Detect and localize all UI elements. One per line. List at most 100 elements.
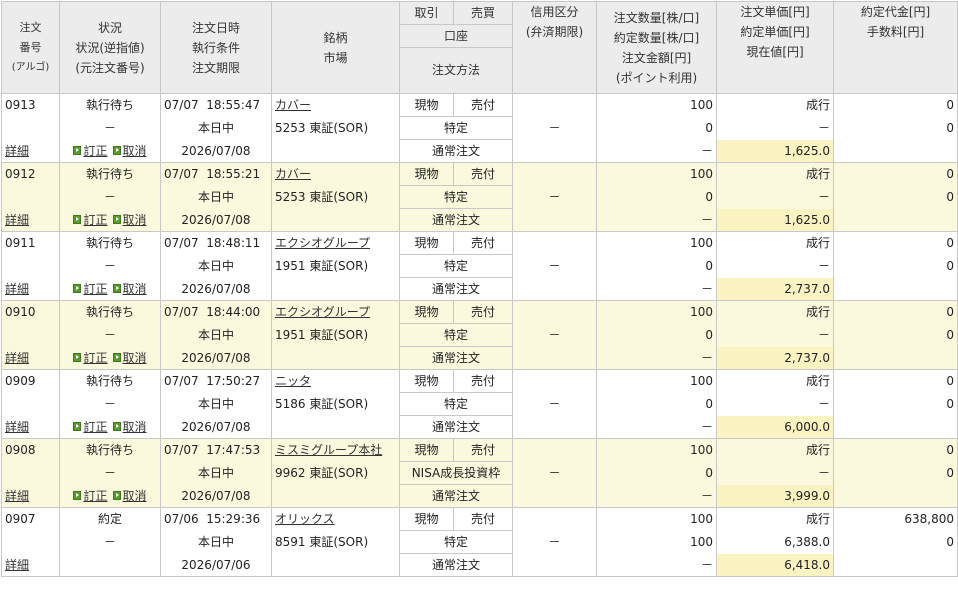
- margin-type: －: [512, 93, 597, 163]
- order-price: 成行: [716, 93, 834, 117]
- cancel-button[interactable]: 取消: [112, 485, 147, 507]
- stock-name[interactable]: ミスミグループ本社: [271, 438, 400, 462]
- fee: 0: [833, 254, 958, 278]
- table-row: － 本日中 5253 東証(SOR) 特定 0 － 0: [1, 185, 958, 209]
- order-datetime: 07/06 15:29:36: [160, 507, 272, 531]
- cancel-button[interactable]: 取消: [112, 416, 147, 438]
- arrow-right-icon: [112, 215, 121, 224]
- stock-name[interactable]: エクシオグループ: [271, 300, 400, 324]
- table-row: 0910 執行待ち 07/07 18:44:00 エクシオグループ 現物 売付 …: [1, 300, 958, 370]
- table-row: 0909 執行待ち 07/07 17:50:27 ニッタ 現物 売付 － 100…: [1, 369, 958, 439]
- order-status: 執行待ち: [59, 438, 161, 462]
- exec-amount: 0: [833, 93, 958, 117]
- current-price: 1,625.0: [716, 208, 834, 232]
- modify-button[interactable]: 訂正: [73, 485, 108, 507]
- stock-name[interactable]: エクシオグループ: [271, 231, 400, 255]
- margin-type: －: [512, 162, 597, 232]
- table-body: 0913 執行待ち 07/07 18:55:47 カバー 現物 売付 － 100…: [1, 93, 958, 577]
- arrow-right-icon: [73, 491, 82, 500]
- trade-type: 現物: [399, 231, 454, 255]
- order-condition: 本日中: [160, 461, 272, 485]
- margin-type: －: [512, 507, 597, 577]
- order-no: 0908: [1, 438, 60, 462]
- arrow-right-icon: [112, 146, 121, 155]
- order-expiry: 2026/07/08: [160, 208, 272, 232]
- stock-name[interactable]: オリックス: [271, 507, 400, 531]
- fee: 0: [833, 185, 958, 209]
- order-actions: 訂正 取消: [59, 415, 161, 439]
- detail-link[interactable]: 詳細: [1, 415, 60, 439]
- cancel-button[interactable]: 取消: [112, 347, 147, 369]
- current-price: 2,737.0: [716, 346, 834, 370]
- cancel-button[interactable]: 取消: [112, 140, 147, 162]
- order-expiry: 2026/07/08: [160, 139, 272, 163]
- modify-button[interactable]: 訂正: [73, 278, 108, 300]
- order-condition: 本日中: [160, 116, 272, 140]
- detail-link[interactable]: 詳細: [1, 139, 60, 163]
- stock-name[interactable]: ニッタ: [271, 369, 400, 393]
- exec-amount: 0: [833, 231, 958, 255]
- stock-name[interactable]: カバー: [271, 93, 400, 117]
- detail-link[interactable]: 詳細: [1, 277, 60, 301]
- order-price: 成行: [716, 507, 834, 531]
- header-account: 口座: [399, 24, 513, 48]
- cancel-button[interactable]: 取消: [112, 209, 147, 231]
- exec-amount: 638,800: [833, 507, 958, 531]
- exec-qty: 0: [596, 323, 717, 347]
- detail-link[interactable]: 詳細: [1, 346, 60, 370]
- stock-market: 5253 東証(SOR): [271, 116, 400, 140]
- order-expiry: 2026/07/08: [160, 346, 272, 370]
- modify-button[interactable]: 訂正: [73, 140, 108, 162]
- exec-qty: 100: [596, 530, 717, 554]
- order-sub-status: －: [59, 185, 161, 209]
- order-qty: 100: [596, 93, 717, 117]
- current-price: 3,999.0: [716, 484, 834, 508]
- arrow-right-icon: [73, 146, 82, 155]
- trade-side: 売付: [453, 438, 513, 462]
- header-datetime: 注文日時 執行条件 注文期限: [160, 1, 272, 94]
- detail-link[interactable]: 詳細: [1, 553, 60, 577]
- order-qty: 100: [596, 438, 717, 462]
- cancel-button[interactable]: 取消: [112, 278, 147, 300]
- arrow-right-icon: [112, 284, 121, 293]
- header-qty: 注文数量[株/口] 約定数量[株/口] 注文金額[円] (ポイント利用): [596, 1, 717, 94]
- order-amount: －: [596, 277, 717, 301]
- order-actions: 訂正 取消: [59, 346, 161, 370]
- exec-amount: 0: [833, 162, 958, 186]
- order-qty: 100: [596, 162, 717, 186]
- trade-side: 売付: [453, 162, 513, 186]
- table-row: － 本日中 5253 東証(SOR) 特定 0 － 0: [1, 116, 958, 140]
- trade-side: 売付: [453, 507, 513, 531]
- order-datetime: 07/07 17:47:53: [160, 438, 272, 462]
- modify-button[interactable]: 訂正: [73, 209, 108, 231]
- order-sub-status: －: [59, 461, 161, 485]
- exec-qty: 0: [596, 254, 717, 278]
- order-sub-status: －: [59, 323, 161, 347]
- account-type: NISA成長投資枠: [399, 461, 513, 485]
- table-row: 0908 執行待ち 07/07 17:47:53 ミスミグループ本社 現物 売付…: [1, 438, 958, 508]
- account-type: 特定: [399, 254, 513, 278]
- trade-type: 現物: [399, 438, 454, 462]
- exec-price: －: [716, 185, 834, 209]
- order-price: 成行: [716, 369, 834, 393]
- detail-link[interactable]: 詳細: [1, 208, 60, 232]
- modify-button[interactable]: 訂正: [73, 347, 108, 369]
- order-no: 0912: [1, 162, 60, 186]
- stock-market: 8591 東証(SOR): [271, 530, 400, 554]
- account-type: 特定: [399, 116, 513, 140]
- order-no: 0907: [1, 507, 60, 531]
- order-method: 通常注文: [399, 346, 513, 370]
- trade-type: 現物: [399, 93, 454, 117]
- modify-button[interactable]: 訂正: [73, 416, 108, 438]
- header-margin: 信用区分 (弁済期限): [512, 1, 597, 94]
- order-actions: 訂正 取消: [59, 208, 161, 232]
- detail-link[interactable]: 詳細: [1, 484, 60, 508]
- arrow-right-icon: [73, 422, 82, 431]
- table-row: 詳細 訂正 取消 2026/07/08 通常注文 － 3,999.0: [1, 484, 958, 508]
- current-price: 2,737.0: [716, 277, 834, 301]
- order-amount: －: [596, 208, 717, 232]
- stock-market: 5186 東証(SOR): [271, 392, 400, 416]
- stock-name[interactable]: カバー: [271, 162, 400, 186]
- table-row: 0911 執行待ち 07/07 18:48:11 エクシオグループ 現物 売付 …: [1, 231, 958, 301]
- order-datetime: 07/07 18:55:21: [160, 162, 272, 186]
